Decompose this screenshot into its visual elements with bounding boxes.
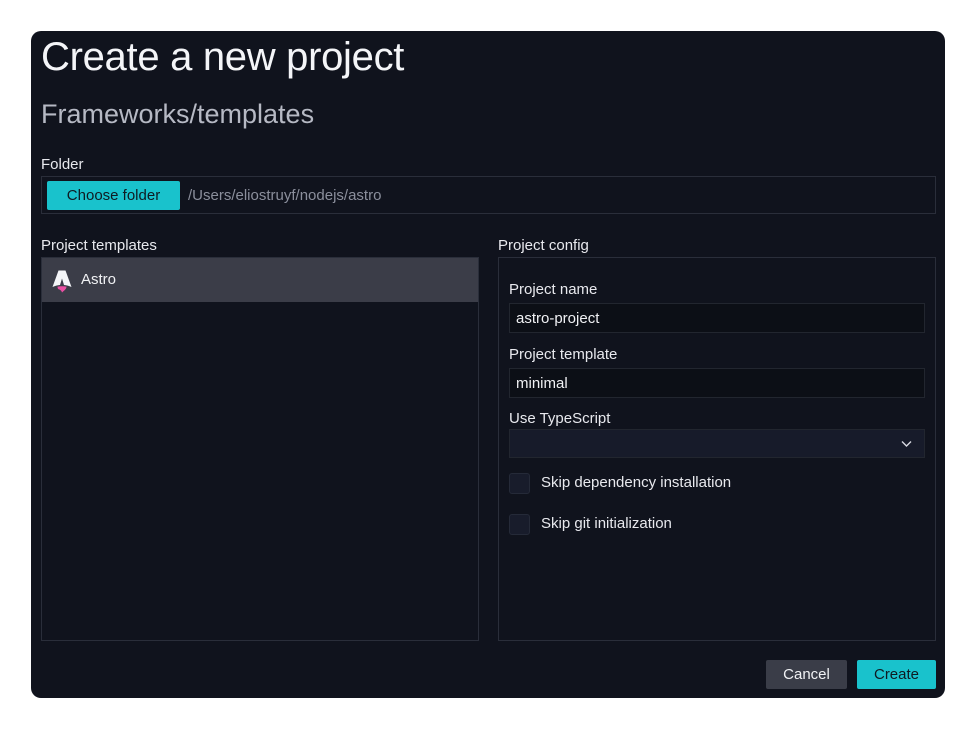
dialog-subtitle: Frameworks/templates [41,99,315,129]
project-name-label: Project name [509,281,598,298]
skip-dependency-installation-checkbox[interactable] [509,473,530,494]
project-template-input[interactable] [509,368,925,398]
folder-picker: Choose folder /Users/eliostruyf/nodejs/a… [41,176,936,214]
cancel-button[interactable]: Cancel [766,660,847,689]
folder-path: /Users/eliostruyf/nodejs/astro [188,187,382,204]
project-name-input[interactable] [509,303,925,333]
folder-label: Folder [41,156,84,173]
dialog-title: Create a new project [41,35,405,79]
skip-git-initialization-checkbox[interactable] [509,514,530,535]
use-typescript-select[interactable] [509,429,925,458]
project-templates-label: Project templates [41,237,157,254]
create-button[interactable]: Create [857,660,936,689]
project-templates-list: Astro [41,257,479,641]
create-project-dialog: Create a new project Frameworks/template… [31,31,945,698]
astro-logo-icon [52,270,72,293]
skip-git-initialization-label: Skip git initialization [541,515,672,532]
project-config-label: Project config [498,237,589,254]
choose-folder-button[interactable]: Choose folder [47,181,180,210]
chevron-down-icon [901,441,912,447]
template-item-astro[interactable]: Astro [42,258,478,302]
skip-dependency-installation-label: Skip dependency installation [541,474,732,491]
project-template-label: Project template [509,346,618,363]
template-name: Astro [81,271,117,288]
use-typescript-label: Use TypeScript [509,410,611,427]
project-config-panel: Project name Project template Use TypeSc… [498,257,936,641]
